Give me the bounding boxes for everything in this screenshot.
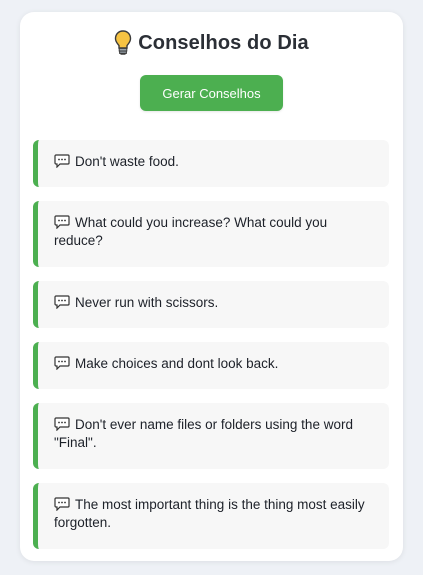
- lightbulb-icon: [114, 30, 132, 56]
- advice-text: Never run with scissors.: [75, 295, 219, 310]
- speech-bubble-icon: [54, 417, 70, 432]
- advice-text: The most important thing is the thing mo…: [54, 497, 365, 530]
- generate-advice-button[interactable]: Gerar Conselhos: [140, 75, 283, 111]
- advice-item: Never run with scissors.: [33, 281, 389, 328]
- speech-bubble-icon: [54, 356, 70, 371]
- advice-text: Don't waste food.: [75, 154, 179, 169]
- advice-text: Don't ever name files or folders using t…: [54, 417, 353, 450]
- advice-item: The most important thing is the thing mo…: [33, 483, 389, 549]
- advice-text: Make choices and dont look back.: [75, 356, 279, 371]
- header: Conselhos do Dia: [20, 28, 403, 58]
- speech-bubble-icon: [54, 295, 70, 310]
- advice-item: Don't waste food.: [33, 140, 389, 187]
- advice-item: Don't ever name files or folders using t…: [33, 403, 389, 469]
- speech-bubble-icon: [54, 215, 70, 230]
- advice-text: What could you increase? What could you …: [54, 215, 328, 248]
- advice-list: Don't waste food. What could you increas…: [33, 140, 389, 563]
- advice-card: Conselhos do Dia Gerar Conselhos Don't w…: [20, 12, 403, 561]
- page-title: Conselhos do Dia: [138, 31, 309, 54]
- advice-item: Make choices and dont look back.: [33, 342, 389, 389]
- advice-item: What could you increase? What could you …: [33, 201, 389, 267]
- speech-bubble-icon: [54, 497, 70, 512]
- speech-bubble-icon: [54, 154, 70, 169]
